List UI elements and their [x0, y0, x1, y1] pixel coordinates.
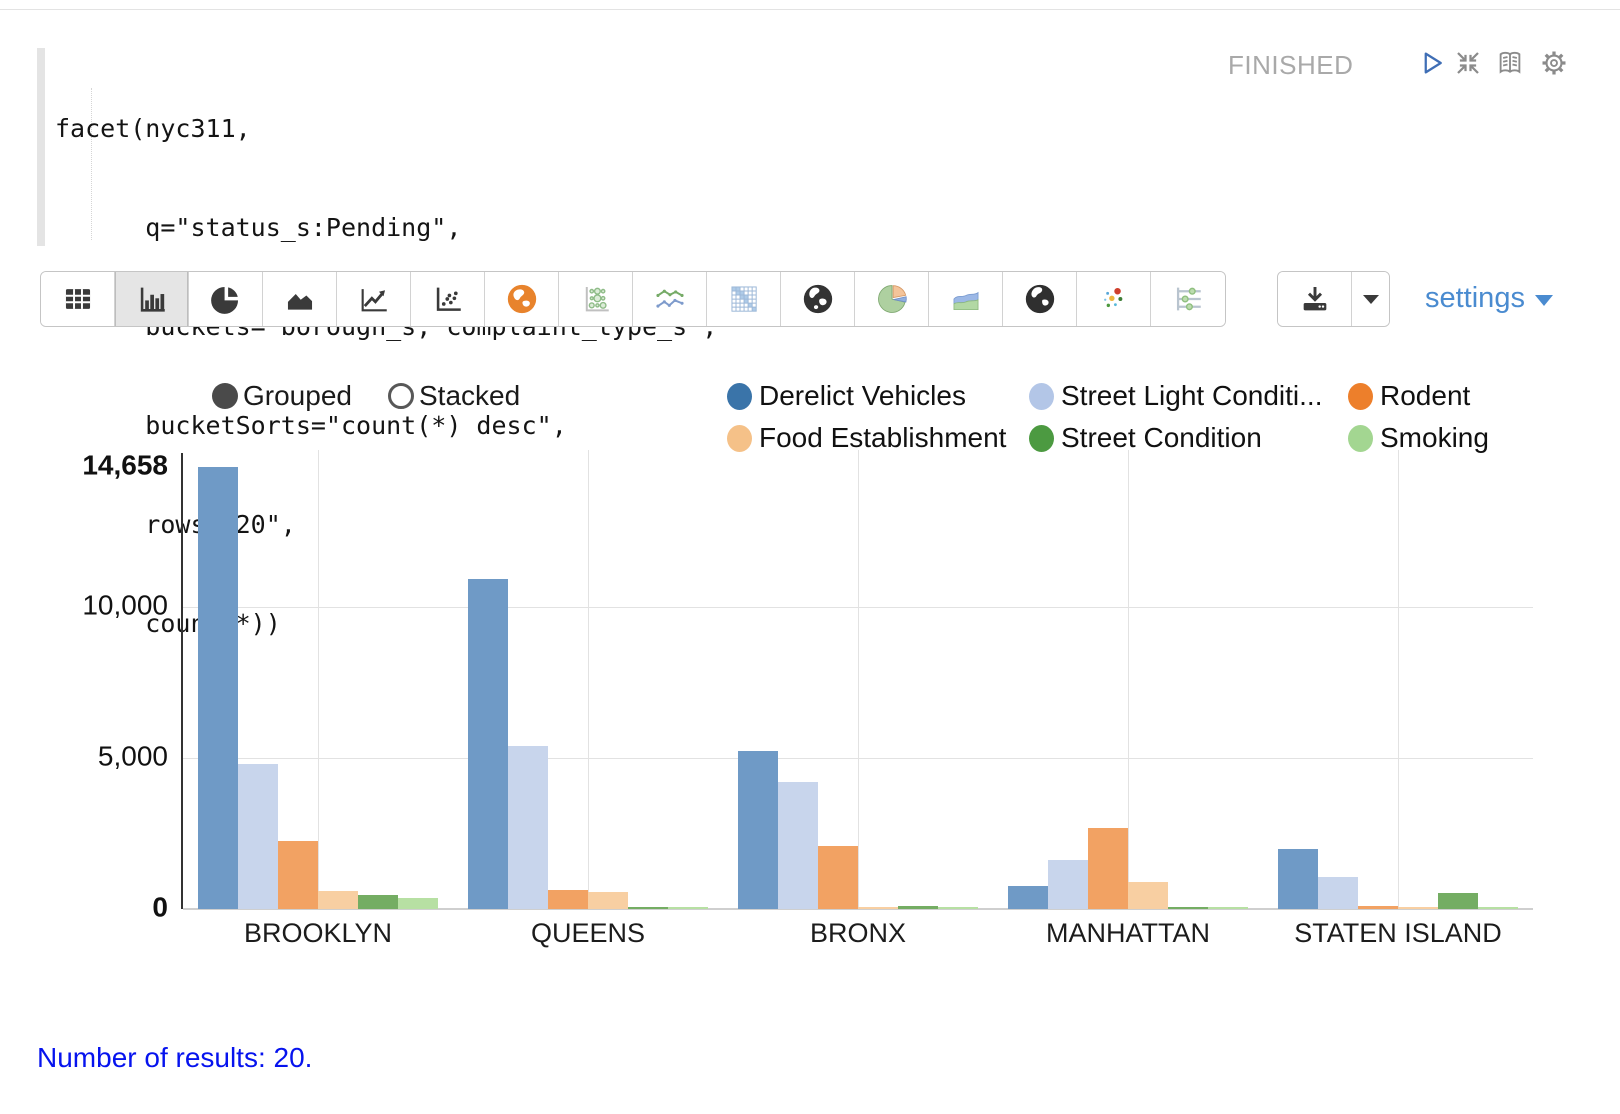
bar[interactable] [1278, 849, 1318, 909]
bar[interactable] [468, 579, 508, 909]
chart-plot: 14,65810,0005,0000BROOKLYNQUEENSBRONXMAN… [0, 0, 1620, 1114]
y-axis-line [181, 453, 183, 909]
bar[interactable] [358, 895, 398, 909]
bar[interactable] [1398, 907, 1438, 909]
bar[interactable] [778, 782, 818, 909]
bar[interactable] [1088, 828, 1128, 909]
bar[interactable] [1208, 907, 1248, 909]
bar[interactable] [1128, 882, 1168, 909]
bar[interactable] [238, 764, 278, 909]
gridline-vertical [858, 450, 859, 909]
bar[interactable] [858, 907, 898, 909]
gridline-vertical [1128, 450, 1129, 909]
result-count-text: Number of results: 20. [37, 1042, 312, 1074]
bar[interactable] [1358, 906, 1398, 909]
gridline-vertical [1398, 450, 1399, 909]
y-axis-tick-label: 5,000 [0, 741, 168, 773]
gridline-vertical [588, 450, 589, 909]
bar[interactable] [1168, 907, 1208, 909]
y-axis-tick-label: 0 [0, 892, 168, 924]
bar[interactable] [398, 898, 438, 909]
x-axis-label: STATEN ISLAND [1238, 918, 1558, 949]
bar[interactable] [668, 907, 708, 909]
bar[interactable] [508, 746, 548, 909]
bar[interactable] [198, 467, 238, 909]
bar[interactable] [818, 846, 858, 909]
bar[interactable] [278, 841, 318, 909]
bar[interactable] [548, 890, 588, 909]
bar[interactable] [898, 906, 938, 909]
notebook-paragraph: facet(nyc311, q="status_s:Pending", buck… [0, 0, 1620, 1114]
bar[interactable] [628, 907, 668, 909]
bar[interactable] [1008, 886, 1048, 909]
bar[interactable] [1318, 877, 1358, 909]
bar[interactable] [938, 907, 978, 909]
bar[interactable] [1478, 907, 1518, 909]
gridline-vertical [318, 450, 319, 909]
bar[interactable] [738, 751, 778, 909]
y-axis-tick-label: 14,658 [0, 450, 168, 482]
bar[interactable] [1438, 893, 1478, 909]
y-axis-tick-label: 10,000 [0, 590, 168, 622]
bar[interactable] [1048, 860, 1088, 909]
bar[interactable] [588, 892, 628, 909]
bar[interactable] [318, 891, 358, 909]
